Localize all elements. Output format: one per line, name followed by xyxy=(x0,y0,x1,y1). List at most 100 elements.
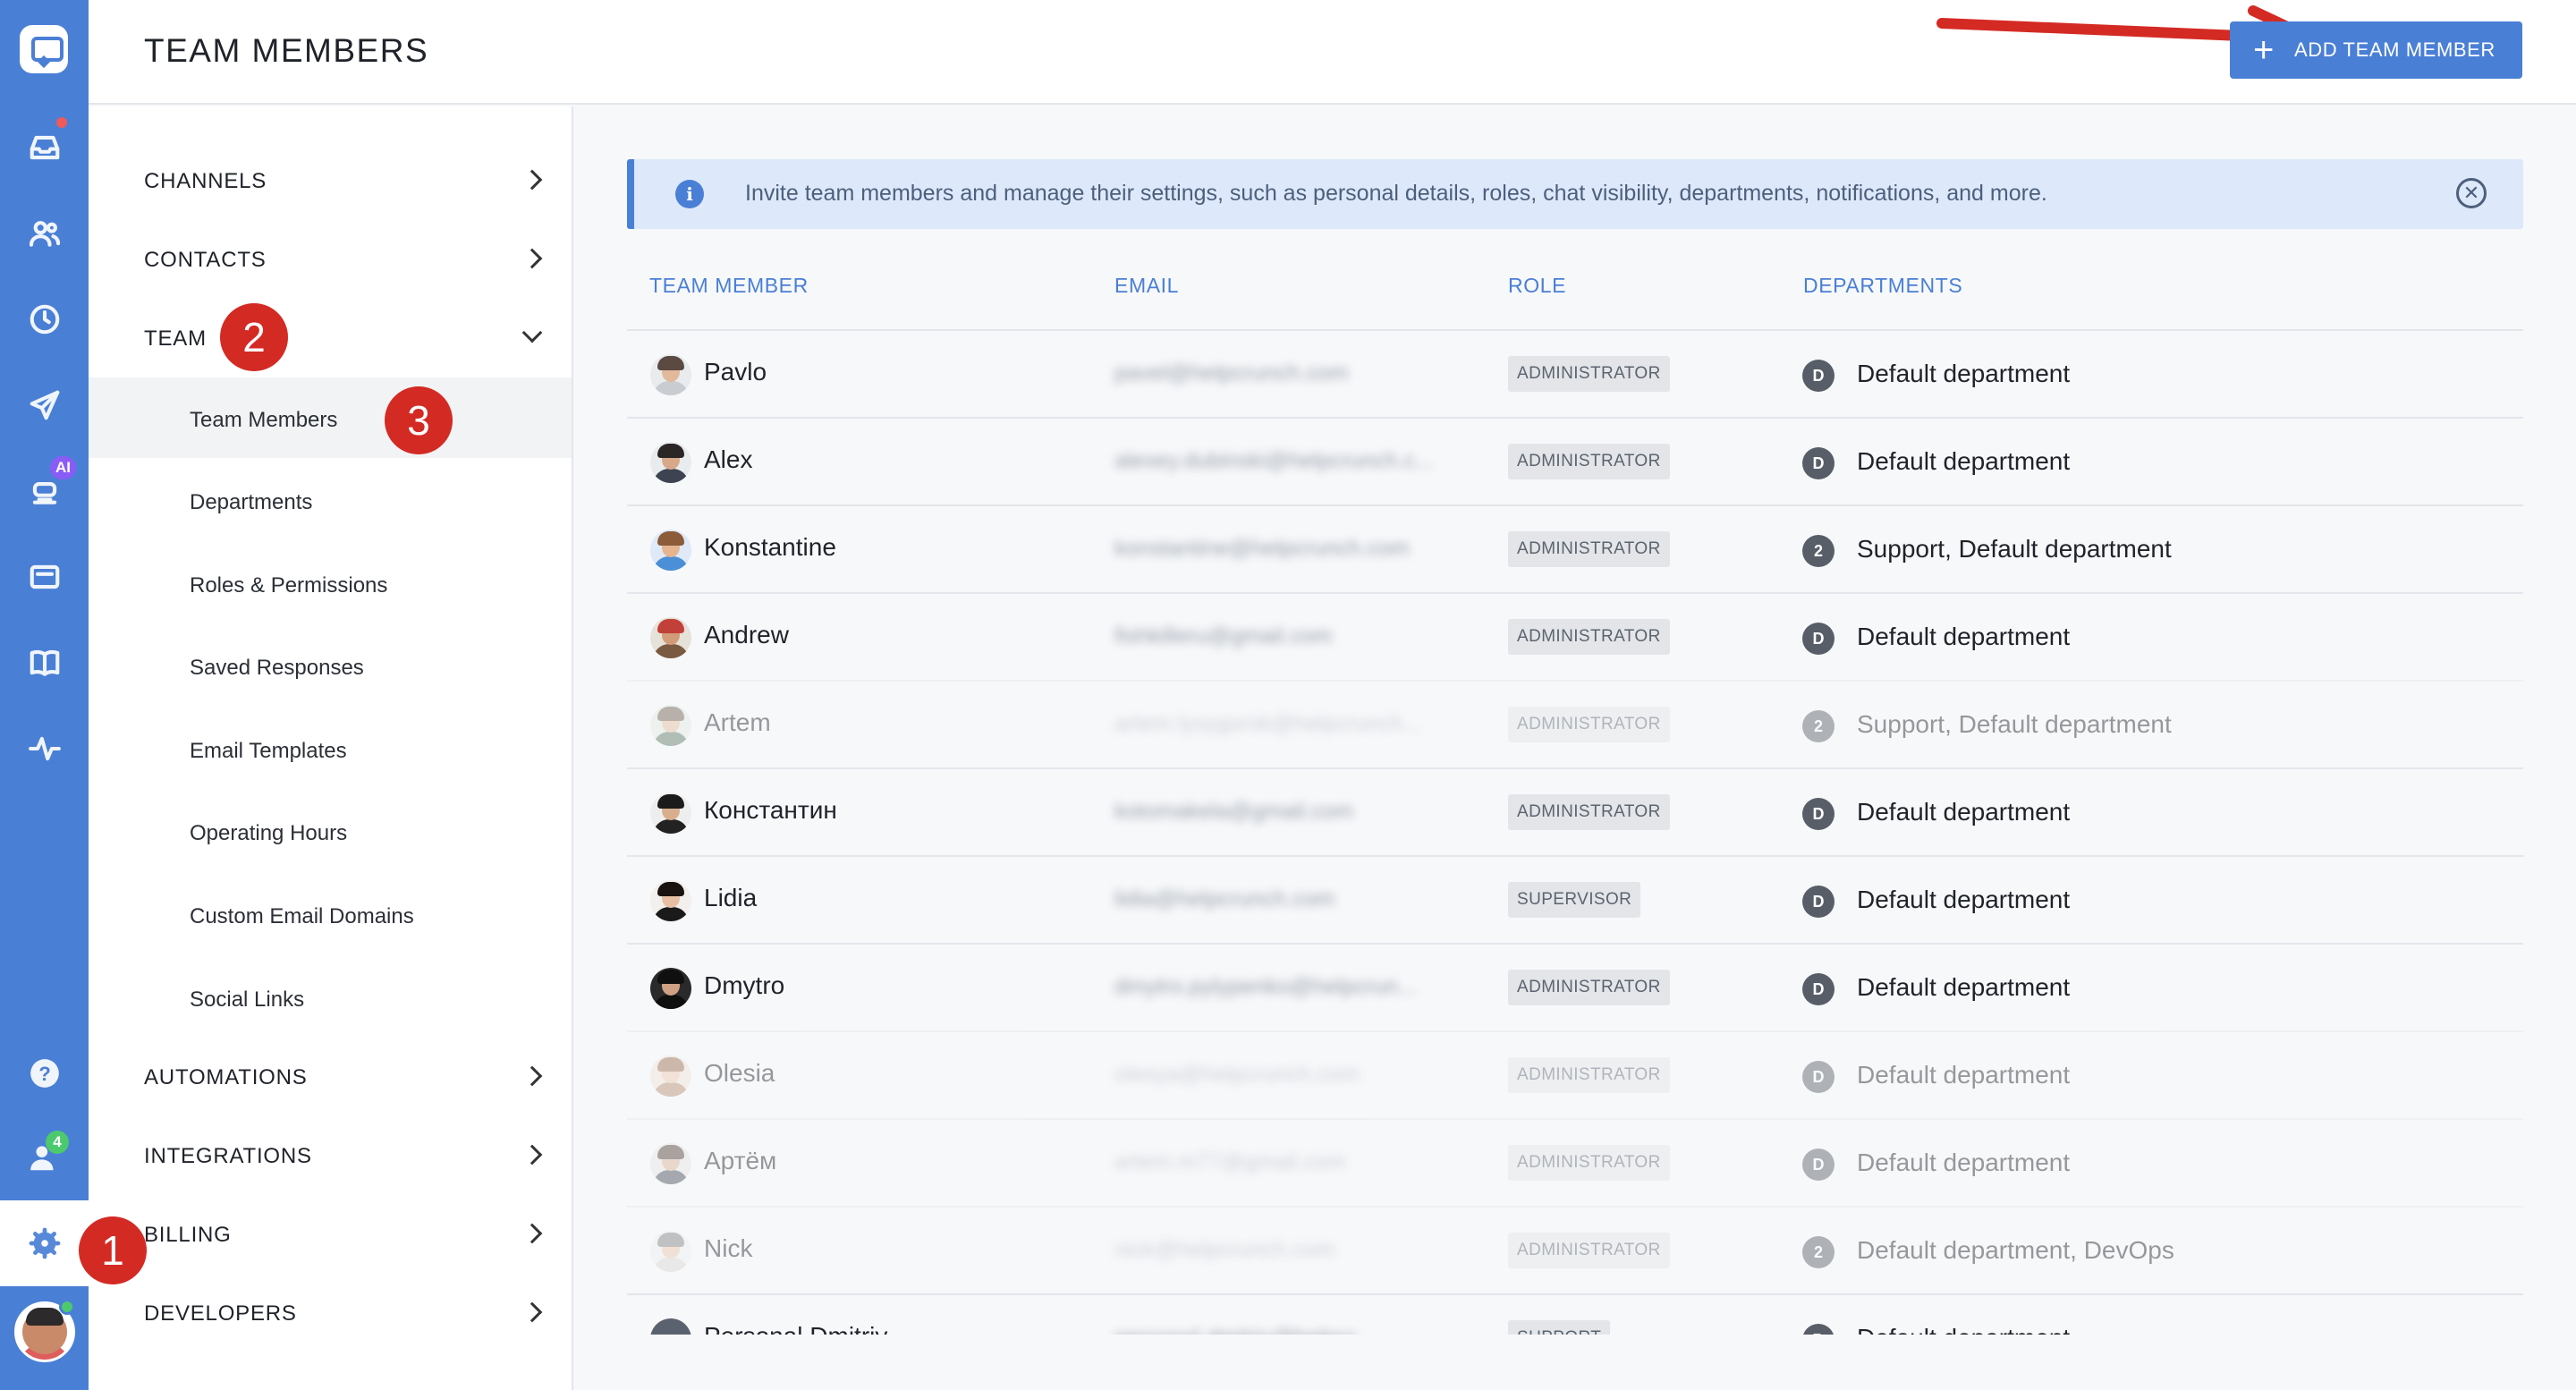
table-row[interactable]: Olesia olesya@helpcrunch.com ADMINISTRAT… xyxy=(627,1030,2523,1118)
member-email: dmytro.pylypenko@helpcrun... xyxy=(1114,974,1418,999)
table-row[interactable]: Konstantine konstantine@helpcrunch.com A… xyxy=(627,504,2523,592)
department-badge: D xyxy=(1802,798,1835,830)
avatar xyxy=(650,880,691,921)
nav-item-email-templates[interactable]: Email Templates xyxy=(190,739,347,764)
info-banner-text: Invite team members and manage their set… xyxy=(745,181,2047,206)
notification-dot xyxy=(54,114,70,131)
avatar xyxy=(650,1231,691,1272)
nav-section-contacts[interactable]: CONTACTS xyxy=(144,248,267,273)
inbox-icon[interactable] xyxy=(0,105,89,191)
nav-section-billing[interactable]: BILLING xyxy=(144,1223,232,1248)
chevron-right-icon xyxy=(521,1223,543,1244)
department-badge: D xyxy=(1802,623,1835,655)
nav-item-saved-responses[interactable]: Saved Responses xyxy=(190,656,364,681)
table-row[interactable]: Pavlo pavel@helpcrunch.com ADMINISTRATOR… xyxy=(627,329,2523,417)
chevron-right-icon xyxy=(521,169,543,191)
knowledge-base-icon[interactable] xyxy=(0,620,89,706)
member-name: Alex xyxy=(704,445,753,473)
avatar xyxy=(650,354,691,395)
role-badge: ADMINISTRATOR xyxy=(1508,619,1670,655)
avatar xyxy=(650,792,691,834)
member-name: Артём xyxy=(704,1147,777,1174)
chevron-right-icon xyxy=(521,1301,543,1323)
nav-section-integrations[interactable]: INTEGRATIONS xyxy=(144,1144,312,1169)
avatar xyxy=(650,617,691,658)
role-badge: ADMINISTRATOR xyxy=(1508,1057,1670,1093)
column-header-departments[interactable]: DEPARTMENTS xyxy=(1803,274,1962,298)
table-row[interactable]: Артём artem.m77@gmail.com ADMINISTRATOR … xyxy=(627,1118,2523,1206)
table-row[interactable]: Lidia lidia@helpcrunch.com SUPERVISOR D … xyxy=(627,855,2523,943)
role-badge: ADMINISTRATOR xyxy=(1508,707,1670,742)
avatar xyxy=(650,968,691,1009)
department-badge: D xyxy=(1802,1324,1835,1335)
member-departments: Default department xyxy=(1857,886,2071,913)
nav-item-custom-email-domains[interactable]: Custom Email Domains xyxy=(190,904,414,929)
send-icon[interactable] xyxy=(0,362,89,448)
column-header-role[interactable]: ROLE xyxy=(1508,274,1566,298)
nav-section-developers[interactable]: DEVELOPERS xyxy=(144,1301,297,1326)
member-name: Dmytro xyxy=(704,971,785,999)
chevron-down-icon xyxy=(521,322,543,343)
member-departments: Default department xyxy=(1857,1324,2070,1335)
role-badge: ADMINISTRATOR xyxy=(1508,1233,1670,1268)
plus-icon: + xyxy=(2253,30,2275,70)
member-departments: Support, Default department xyxy=(1857,710,2172,738)
member-name: Lidia xyxy=(704,884,758,911)
table-row[interactable]: Alex alexey.dubinski@helpcrunch.c... ADM… xyxy=(627,417,2523,504)
member-email: konstantine@helpcrunch.com xyxy=(1114,536,1410,561)
close-icon[interactable]: ✕ xyxy=(2456,178,2487,208)
member-name: Olesia xyxy=(704,1059,775,1087)
ai-bot-icon[interactable] xyxy=(0,448,89,534)
role-badge: SUPERVISOR xyxy=(1508,882,1641,918)
column-header-email[interactable]: EMAIL xyxy=(1114,274,1179,298)
nav-section-channels[interactable]: CHANNELS xyxy=(144,169,267,194)
help-icon[interactable]: ? xyxy=(0,1030,89,1116)
member-email: nick@helpcrunch.com xyxy=(1114,1237,1335,1262)
team-online-icon[interactable] xyxy=(0,1115,89,1200)
table-row[interactable]: Константин kotomakela@gmail.com ADMINIST… xyxy=(627,767,2523,855)
widget-icon[interactable] xyxy=(0,534,89,620)
department-badge: D xyxy=(1802,886,1835,918)
table-row[interactable]: Dmytro dmytro.pylypenko@helpcrun... ADMI… xyxy=(627,943,2523,1030)
add-team-member-button[interactable]: + ADD TEAM MEMBER xyxy=(2230,21,2522,79)
nav-item-team-members[interactable]: Team Members xyxy=(190,408,337,433)
member-name: Konstantine xyxy=(704,533,836,561)
member-departments: Default department xyxy=(1857,623,2071,650)
nav-item-operating-hours[interactable]: Operating Hours xyxy=(190,821,347,846)
avatar xyxy=(650,442,691,483)
settings-icon[interactable] xyxy=(0,1200,89,1286)
member-name: Константин xyxy=(704,796,837,824)
left-rail: AI ? 4 xyxy=(0,0,89,1390)
member-name: Pavlo xyxy=(704,358,767,386)
avatar xyxy=(650,1318,691,1335)
role-badge: ADMINISTRATOR xyxy=(1508,531,1670,567)
member-email: alexey.dubinski@helpcrunch.c... xyxy=(1114,448,1435,473)
nav-item-social-links[interactable]: Social Links xyxy=(190,987,304,1013)
role-badge: ADMINISTRATOR xyxy=(1508,1145,1670,1181)
page-title: TEAM MEMBERS xyxy=(144,32,429,69)
member-departments: Default department xyxy=(1857,798,2071,826)
history-icon[interactable] xyxy=(0,276,89,362)
table-row[interactable]: Andrew fishkilleru@gmail.com ADMINISTRAT… xyxy=(627,592,2523,680)
column-header-team-member[interactable]: TEAM MEMBER xyxy=(649,274,809,298)
table-row[interactable]: Personal Dmitriy personal.dmitriy@helpcr… xyxy=(627,1293,2523,1335)
activity-icon[interactable] xyxy=(0,706,89,792)
table-row[interactable]: Nick nick@helpcrunch.com ADMINISTRATOR 2… xyxy=(627,1206,2523,1293)
nav-item-roles-permissions[interactable]: Roles & Permissions xyxy=(190,573,387,598)
nav-section-automations[interactable]: AUTOMATIONS xyxy=(144,1065,308,1090)
member-departments: Default department xyxy=(1857,1148,2071,1176)
callout-marker-3: 3 xyxy=(385,386,453,454)
department-badge: 2 xyxy=(1802,710,1835,742)
member-name: Nick xyxy=(704,1234,753,1262)
member-name: Personal Dmitriy xyxy=(704,1322,887,1335)
member-departments: Default department, DevOps xyxy=(1857,1236,2174,1264)
info-banner: i Invite team members and manage their s… xyxy=(627,159,2523,229)
member-email: artem.lysygorsk@helpcrunch... xyxy=(1114,711,1422,736)
nav-item-departments[interactable]: Departments xyxy=(190,490,312,515)
member-email: pavel@helpcrunch.com xyxy=(1114,360,1349,386)
logo-icon[interactable] xyxy=(20,25,68,73)
table-row[interactable]: Artem artem.lysygorsk@helpcrunch... ADMI… xyxy=(627,680,2523,767)
nav-section-team[interactable]: TEAM xyxy=(144,326,207,352)
online-status-dot xyxy=(59,1299,75,1315)
contacts-icon[interactable] xyxy=(0,191,89,276)
